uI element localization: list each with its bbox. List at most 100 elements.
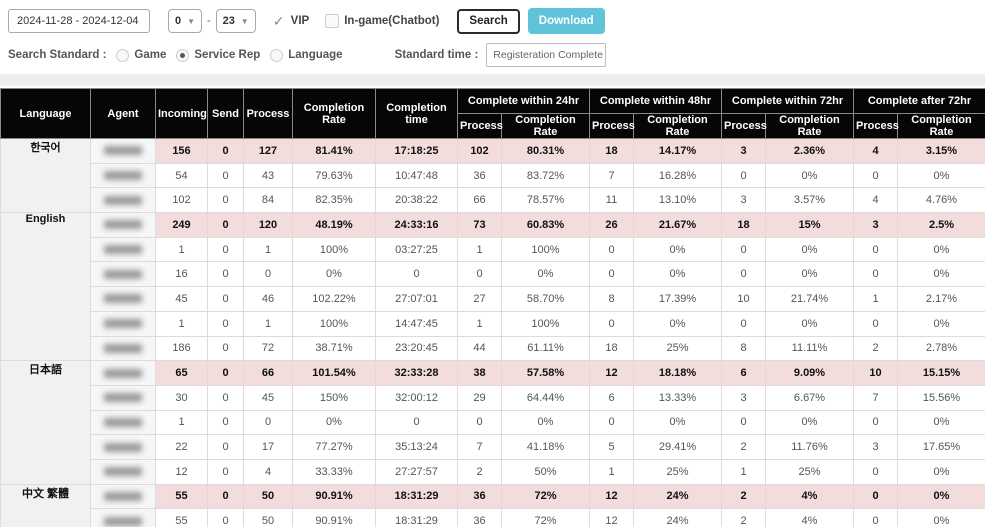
sub-header-24hr-process: Process: [458, 114, 502, 139]
cell-72hr-rate: 21.74%: [766, 287, 854, 312]
sub-header-after72-rate: Completion Rate: [898, 114, 985, 139]
agent-cell: [91, 262, 156, 287]
cell-72hr-process: 18: [722, 213, 766, 238]
cell-24hr-rate: 72%: [502, 484, 590, 509]
download-button[interactable]: Download: [528, 8, 605, 34]
table-row: 16000%000%00%00%00%: [1, 262, 985, 287]
ingame-checkbox-wrap[interactable]: In-game(Chatbot): [325, 14, 439, 28]
cell-72hr-process: 1: [722, 459, 766, 484]
cell-send: 0: [208, 509, 244, 527]
cell-after72-rate: 15.15%: [898, 361, 985, 386]
cell-72hr-rate: 6.67%: [766, 385, 854, 410]
cell-completion-time: 27:07:01: [376, 287, 458, 312]
cell-72hr-process: 0: [722, 163, 766, 188]
table-row: 101100%03:27:251100%00%00%00%: [1, 237, 985, 262]
standard-time-select[interactable]: Registeration Complete ~ Com: [486, 43, 606, 67]
col-header-language: Language: [1, 89, 91, 139]
hour-to-value: 23: [223, 15, 235, 27]
cell-completion-time: 14:47:45: [376, 311, 458, 336]
hour-to-select[interactable]: 23 ▼: [216, 9, 256, 33]
language-cell: 한국어: [1, 139, 91, 213]
cell-process: 0: [244, 262, 293, 287]
vip-checkbox[interactable]: [272, 14, 286, 28]
hour-range-separator: -: [207, 15, 211, 27]
hour-from-value: 0: [175, 15, 181, 27]
cell-24hr-process: 36: [458, 484, 502, 509]
ingame-chatbot-checkbox[interactable]: [325, 14, 339, 28]
cell-process: 17: [244, 435, 293, 460]
cell-process: 127: [244, 139, 293, 164]
redacted-agent-name: [104, 467, 142, 476]
radio-game-circle[interactable]: [116, 49, 129, 62]
cell-after72-rate: 15.56%: [898, 385, 985, 410]
radio-language-circle[interactable]: [270, 49, 283, 62]
cell-incoming: 156: [156, 139, 208, 164]
cell-after72-rate: 0%: [898, 459, 985, 484]
redacted-agent-name: [104, 393, 142, 402]
cell-72hr-rate: 0%: [766, 410, 854, 435]
cell-after72-rate: 0%: [898, 262, 985, 287]
col-header-completion-time: Completion time: [376, 89, 458, 139]
cell-48hr-rate: 0%: [634, 311, 722, 336]
cell-completion-time: 20:38:22: [376, 188, 458, 213]
chevron-down-icon: ▼: [187, 17, 195, 26]
table-row: 2201777.27%35:13:24741.18%529.41%211.76%…: [1, 435, 985, 460]
cell-completion-time: 32:33:28: [376, 361, 458, 386]
cell-24hr-rate: 72%: [502, 509, 590, 527]
cell-24hr-process: 36: [458, 509, 502, 527]
cell-after72-rate: 17.65%: [898, 435, 985, 460]
radio-game[interactable]: Game: [116, 49, 166, 62]
cell-after72-process: 3: [854, 435, 898, 460]
cell-after72-rate: 0%: [898, 311, 985, 336]
redacted-agent-name: [104, 319, 142, 328]
col-header-agent: Agent: [91, 89, 156, 139]
cell-completion-rate: 38.71%: [293, 336, 376, 361]
cell-48hr-process: 26: [590, 213, 634, 238]
cell-send: 0: [208, 336, 244, 361]
cell-completion-rate: 82.35%: [293, 188, 376, 213]
radio-service-rep[interactable]: Service Rep: [176, 49, 260, 62]
cell-process: 45: [244, 385, 293, 410]
hour-from-select[interactable]: 0 ▼: [168, 9, 202, 33]
cell-incoming: 12: [156, 459, 208, 484]
agent-cell: [91, 237, 156, 262]
filter-row-1: 0 ▼ - 23 ▼ VIP In-game(Chatbot) Search D…: [8, 8, 977, 34]
redacted-agent-name: [104, 146, 142, 155]
cell-incoming: 65: [156, 361, 208, 386]
cell-completion-time: 0: [376, 262, 458, 287]
redacted-agent-name: [104, 220, 142, 229]
language-cell: English: [1, 213, 91, 361]
radio-service-rep-circle[interactable]: [176, 49, 189, 62]
cell-completion-rate: 33.33%: [293, 459, 376, 484]
agent-cell: [91, 287, 156, 312]
cell-after72-rate: 2.17%: [898, 287, 985, 312]
date-range-input[interactable]: [8, 9, 150, 33]
agent-cell: [91, 361, 156, 386]
search-button[interactable]: Search: [457, 9, 519, 34]
agent-cell: [91, 509, 156, 527]
cell-send: 0: [208, 237, 244, 262]
cell-incoming: 45: [156, 287, 208, 312]
cell-process: 46: [244, 287, 293, 312]
cell-after72-rate: 3.15%: [898, 139, 985, 164]
cell-48hr-process: 6: [590, 385, 634, 410]
vip-checkbox-wrap[interactable]: VIP: [272, 14, 310, 28]
cell-process: 0: [244, 410, 293, 435]
cell-48hr-rate: 24%: [634, 484, 722, 509]
cell-72hr-process: 8: [722, 336, 766, 361]
col-header-completion-rate: Completion Rate: [293, 89, 376, 139]
cell-72hr-rate: 9.09%: [766, 361, 854, 386]
cell-send: 0: [208, 287, 244, 312]
cell-completion-rate: 48.19%: [293, 213, 376, 238]
cell-send: 0: [208, 188, 244, 213]
radio-language[interactable]: Language: [270, 49, 342, 62]
cell-24hr-rate: 83.72%: [502, 163, 590, 188]
cell-72hr-process: 0: [722, 262, 766, 287]
cell-process: 1: [244, 311, 293, 336]
cell-24hr-process: 0: [458, 410, 502, 435]
cell-24hr-process: 44: [458, 336, 502, 361]
redacted-agent-name: [104, 492, 142, 501]
cell-24hr-process: 1: [458, 311, 502, 336]
cell-process: 43: [244, 163, 293, 188]
cell-completion-time: 0: [376, 410, 458, 435]
